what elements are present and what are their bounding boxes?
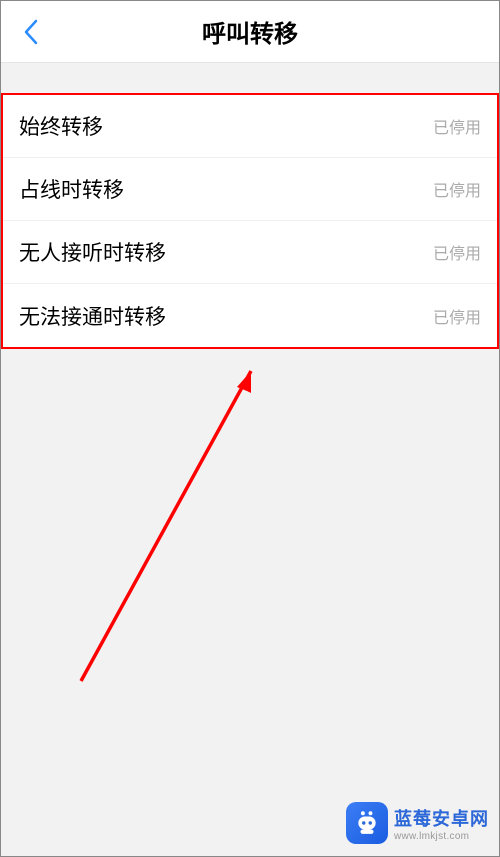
- item-status: 已停用: [433, 240, 481, 264]
- watermark-logo-icon: [346, 802, 388, 844]
- list-item-unreachable-forward[interactable]: 无法接通时转移 已停用: [3, 284, 497, 347]
- watermark-title: 蓝莓安卓网: [394, 805, 489, 831]
- item-status: 已停用: [433, 304, 481, 328]
- item-label: 占线时转移: [19, 174, 124, 204]
- watermark: 蓝莓安卓网 www.lmkjst.com: [346, 802, 489, 844]
- item-status: 已停用: [433, 177, 481, 201]
- list-item-busy-forward[interactable]: 占线时转移 已停用: [3, 158, 497, 221]
- item-label: 无法接通时转移: [19, 301, 166, 331]
- list-item-noanswer-forward[interactable]: 无人接听时转移 已停用: [3, 221, 497, 284]
- list-item-always-forward[interactable]: 始终转移 已停用: [3, 95, 497, 158]
- chevron-left-icon: [23, 18, 39, 46]
- item-label: 始终转移: [19, 111, 103, 141]
- annotation-arrow: [51, 361, 291, 701]
- item-status: 已停用: [433, 114, 481, 138]
- item-label: 无人接听时转移: [19, 237, 166, 267]
- page-title: 呼叫转移: [202, 14, 298, 49]
- watermark-url: www.lmkjst.com: [394, 831, 489, 842]
- back-button[interactable]: [11, 12, 51, 52]
- header: 呼叫转移: [1, 1, 499, 63]
- watermark-text: 蓝莓安卓网 www.lmkjst.com: [394, 805, 489, 842]
- forwarding-list: 始终转移 已停用 占线时转移 已停用 无人接听时转移 已停用 无法接通时转移 已…: [1, 93, 499, 349]
